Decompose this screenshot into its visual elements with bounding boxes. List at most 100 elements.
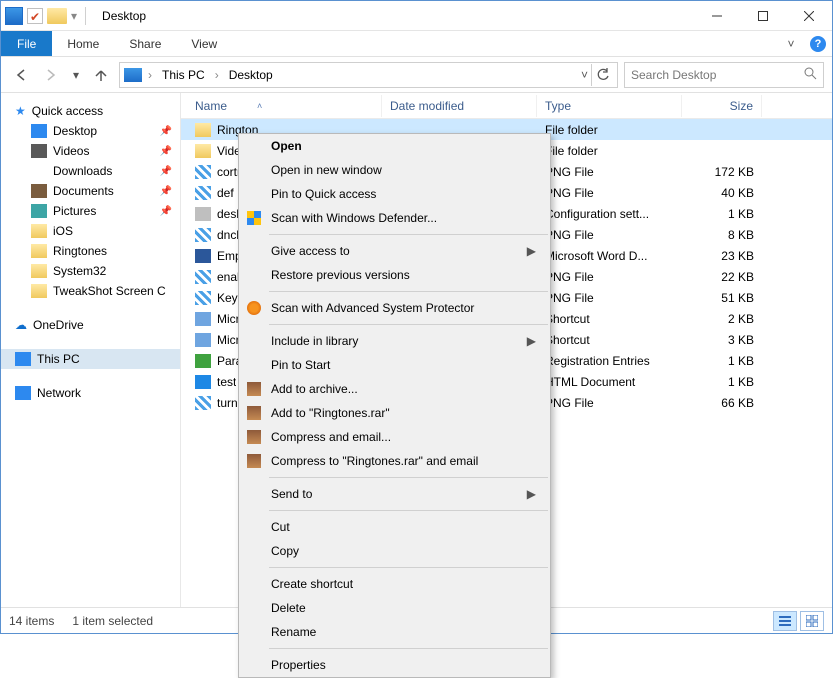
- sidebar-item[interactable]: Pictures📌: [1, 201, 180, 221]
- breadcrumb-sep-icon[interactable]: ›: [211, 68, 223, 82]
- nav-onedrive[interactable]: ☁ OneDrive: [1, 315, 180, 335]
- sidebar-item-label: System32: [53, 264, 106, 278]
- ribbon-share-tab[interactable]: Share: [114, 31, 176, 56]
- up-button[interactable]: [89, 63, 113, 87]
- breadcrumb-sep-icon[interactable]: ›: [144, 68, 156, 82]
- folder-icon: [31, 264, 47, 278]
- folder-icon: [31, 284, 47, 298]
- file-size: 172 KB: [682, 165, 762, 179]
- nav-thispc-label: This PC: [37, 352, 80, 366]
- pin-icon: 📌: [160, 126, 172, 137]
- ribbon-home-tab[interactable]: Home: [52, 31, 114, 56]
- col-name[interactable]: Name ˄: [187, 95, 382, 117]
- col-date[interactable]: Date modified: [382, 95, 537, 117]
- col-size[interactable]: Size: [682, 95, 762, 117]
- menu-item-label: Pin to Quick access: [271, 187, 376, 201]
- menu-item[interactable]: Add to "Ringtones.rar": [239, 401, 550, 425]
- menu-item[interactable]: Copy: [239, 539, 550, 563]
- menu-item[interactable]: Create shortcut: [239, 572, 550, 596]
- menu-item[interactable]: Compress and email...: [239, 425, 550, 449]
- sidebar-item[interactable]: TweakShot Screen C: [1, 281, 180, 301]
- sidebar-item-label: TweakShot Screen C: [53, 284, 166, 298]
- submenu-arrow-icon: ▶: [527, 244, 536, 258]
- search-input[interactable]: Search Desktop: [624, 62, 824, 88]
- ribbon-view-tab[interactable]: View: [176, 31, 232, 56]
- help-icon[interactable]: ?: [810, 36, 826, 52]
- menu-item-label: Scan with Windows Defender...: [271, 211, 437, 225]
- close-button[interactable]: [786, 1, 832, 31]
- sidebar-item[interactable]: Videos📌: [1, 141, 180, 161]
- pin-icon: 📌: [160, 206, 172, 217]
- menu-item[interactable]: Pin to Start: [239, 353, 550, 377]
- minimize-button[interactable]: [694, 1, 740, 31]
- breadcrumb-current[interactable]: Desktop: [225, 66, 277, 84]
- menu-item[interactable]: Compress to "Ringtones.rar" and email: [239, 449, 550, 473]
- menu-item[interactable]: Scan with Advanced System Protector: [239, 296, 550, 320]
- quick-access-toolbar: ✔ ▾: [1, 7, 94, 25]
- shield-icon: [245, 209, 263, 227]
- submenu-arrow-icon: ▶: [527, 487, 536, 501]
- qat-newfolder-icon[interactable]: [47, 8, 67, 24]
- recent-dropdown[interactable]: ▾: [69, 63, 83, 87]
- folder-icon: [31, 224, 47, 238]
- menu-item[interactable]: Add to archive...: [239, 377, 550, 401]
- menu-item-label: Scan with Advanced System Protector: [271, 301, 474, 315]
- file-type: PNG File: [537, 228, 682, 242]
- menu-item[interactable]: Include in library▶: [239, 329, 550, 353]
- menu-item[interactable]: Rename: [239, 620, 550, 644]
- menu-item[interactable]: Open: [239, 134, 550, 158]
- forward-button[interactable]: [39, 63, 63, 87]
- menu-item[interactable]: Delete: [239, 596, 550, 620]
- qat-dropdown-icon[interactable]: ▾: [71, 9, 77, 23]
- ribbon-file-tab[interactable]: File: [1, 31, 52, 56]
- menu-item[interactable]: Cut: [239, 515, 550, 539]
- menu-item[interactable]: Properties: [239, 653, 550, 677]
- qat-properties-icon[interactable]: ✔: [27, 8, 43, 24]
- file-size: 1 KB: [682, 354, 762, 368]
- menu-item[interactable]: Send to▶: [239, 482, 550, 506]
- pin-icon: 📌: [160, 166, 172, 177]
- back-button[interactable]: [9, 63, 33, 87]
- view-large-button[interactable]: [800, 611, 824, 631]
- file-type: File folder: [537, 144, 682, 158]
- view-details-button[interactable]: [773, 611, 797, 631]
- menu-separator: [269, 567, 548, 568]
- sidebar-item[interactable]: Ringtones: [1, 241, 180, 261]
- cloud-icon: ☁: [15, 318, 27, 332]
- file-type: Configuration sett...: [537, 207, 682, 221]
- sidebar-item[interactable]: System32: [1, 261, 180, 281]
- menu-item-label: Open: [271, 139, 302, 153]
- file-icon: [195, 375, 211, 389]
- file-icon: [195, 312, 211, 326]
- nav-this-pc[interactable]: This PC: [1, 349, 180, 369]
- file-size: 2 KB: [682, 312, 762, 326]
- folder-icon: [31, 164, 47, 178]
- nav-network[interactable]: Network: [1, 383, 180, 403]
- sidebar-item[interactable]: Desktop📌: [1, 121, 180, 141]
- menu-item[interactable]: Open in new window: [239, 158, 550, 182]
- maximize-button[interactable]: [740, 1, 786, 31]
- menu-item-label: Delete: [271, 601, 306, 615]
- file-icon: [195, 144, 211, 158]
- ribbon-collapse-icon[interactable]: ˅: [778, 31, 804, 56]
- col-type[interactable]: Type: [537, 95, 682, 117]
- file-type: PNG File: [537, 186, 682, 200]
- breadcrumb[interactable]: › This PC › Desktop ˅: [119, 62, 618, 88]
- menu-item[interactable]: Scan with Windows Defender...: [239, 206, 550, 230]
- nav-onedrive-label: OneDrive: [33, 318, 84, 332]
- refresh-button[interactable]: [591, 64, 613, 86]
- breadcrumb-root[interactable]: This PC: [158, 66, 209, 84]
- menu-item-label: Compress to "Ringtones.rar" and email: [271, 454, 478, 468]
- menu-item[interactable]: Restore previous versions: [239, 263, 550, 287]
- file-type: PNG File: [537, 291, 682, 305]
- nav-quick-access[interactable]: ★ Quick access: [1, 101, 180, 121]
- sidebar-item[interactable]: Documents📌: [1, 181, 180, 201]
- menu-item[interactable]: Pin to Quick access: [239, 182, 550, 206]
- sidebar-item[interactable]: Downloads📌: [1, 161, 180, 181]
- titlebar: ✔ ▾ Desktop: [1, 1, 832, 31]
- file-type: File folder: [537, 123, 682, 137]
- breadcrumb-dropdown-icon[interactable]: ˅: [577, 68, 592, 82]
- nav-quick-label: Quick access: [32, 104, 103, 118]
- sidebar-item[interactable]: iOS: [1, 221, 180, 241]
- menu-item[interactable]: Give access to▶: [239, 239, 550, 263]
